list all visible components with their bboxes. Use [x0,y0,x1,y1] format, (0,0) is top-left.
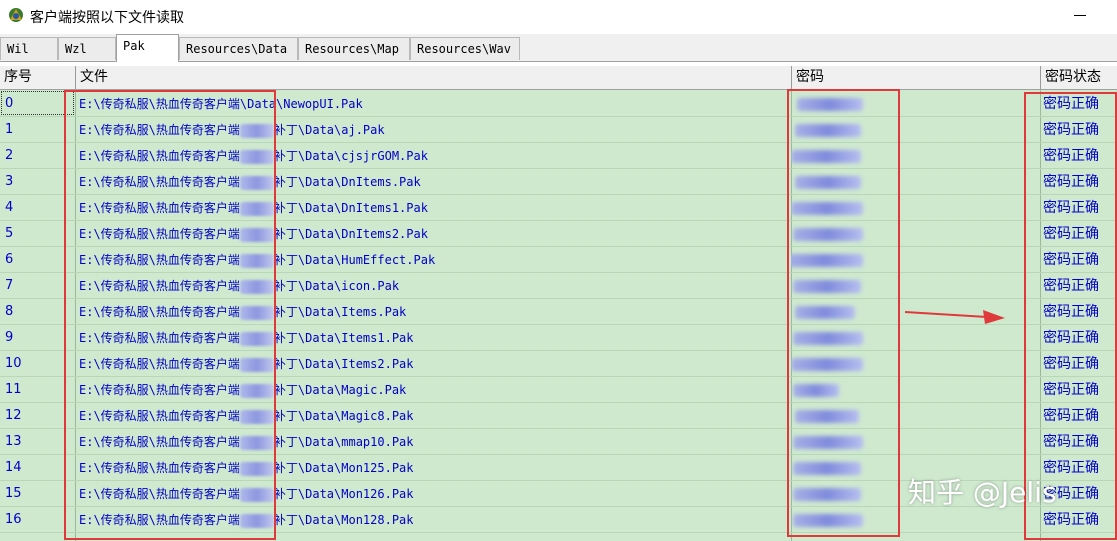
tab-wil[interactable]: Wil [0,37,58,60]
file-path-suffix: 补丁\Data\Magic8.Pak [273,409,414,423]
tab-resources-wav[interactable]: Resources\Wav [410,37,520,60]
tab-bar: Wil Wzl Pak Resources\Data Resources\Map… [0,34,1117,62]
file-path-suffix: 补丁\Data\Magic.Pak [273,383,407,397]
column-header-password[interactable]: 密码 [792,66,1040,89]
file-path-suffix: 补丁\Data\Items.Pak [273,305,407,319]
tab-pak[interactable]: Pak [116,34,179,62]
file-path-suffix: 补丁\Data\aj.Pak [273,123,385,137]
grid-header: 序号 文件 密码 密码状态 [0,66,1117,90]
file-path-suffix: 补丁\Data\Mon126.Pak [273,487,414,501]
file-path-suffix: 补丁\Data\Items2.Pak [273,357,414,371]
window-title: 客户端按照以下文件读取 [30,10,184,26]
file-path-suffix: 补丁\Data\Items1.Pak [273,331,414,345]
file-path-suffix: 补丁\Data\DnItems.Pak [273,175,421,189]
highlight-box-password [787,89,900,537]
app-icon [9,8,23,22]
watermark: 知乎 @Jelis [908,476,1057,509]
column-header-index[interactable]: 序号 [0,66,75,89]
file-path-suffix: 补丁\Data\DnItems2.Pak [273,227,428,241]
file-path-suffix: 补丁\Data\HumEffect.Pak [273,253,436,267]
file-path-suffix: 补丁\Data\icon.Pak [273,279,400,293]
title-bar: 客户端按照以下文件读取 [0,0,1117,34]
tab-resources-data[interactable]: Resources\Data [179,37,298,60]
column-header-password-status[interactable]: 密码状态 [1041,66,1117,89]
tab-resources-map[interactable]: Resources\Map [298,37,410,60]
file-path-suffix: 补丁\Data\DnItems1.Pak [273,201,428,215]
minimize-icon[interactable] [1074,15,1086,16]
tab-wzl[interactable]: Wzl [58,37,116,60]
file-path-suffix: 补丁\Data\Mon128.Pak [273,513,414,527]
highlight-box-file-path [64,90,276,540]
column-header-file[interactable]: 文件 [76,66,791,89]
file-path-suffix: 补丁\Data\Mon125.Pak [273,461,414,475]
arrow-icon [905,310,1005,324]
file-path-suffix: 补丁\Data\mmap10.Pak [273,435,414,449]
file-path-suffix: 补丁\Data\cjsjrGOM.Pak [273,149,428,163]
